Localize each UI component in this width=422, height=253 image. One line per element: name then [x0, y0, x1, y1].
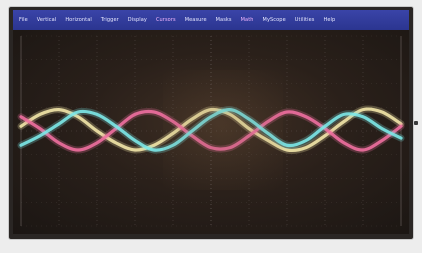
- waveform-svg: [17, 35, 405, 227]
- graticule: [20, 35, 402, 227]
- trace-layer: [17, 105, 405, 154]
- menu-display[interactable]: Display: [128, 17, 147, 23]
- menu-help[interactable]: Help: [323, 17, 335, 23]
- menu-cursors[interactable]: Cursors: [156, 17, 176, 23]
- oscilloscope-screen: File Vertical Horizontal Trigger Display…: [13, 10, 409, 234]
- menu-vertical[interactable]: Vertical: [37, 17, 57, 23]
- menu-masks[interactable]: Masks: [216, 17, 232, 23]
- menu-utilities[interactable]: Utilities: [295, 17, 315, 23]
- menu-myscope[interactable]: MyScope: [263, 17, 286, 23]
- bezel-indicator: [414, 121, 418, 125]
- menu-trigger[interactable]: Trigger: [101, 17, 119, 23]
- menu-bar: File Vertical Horizontal Trigger Display…: [13, 10, 409, 30]
- menu-measure[interactable]: Measure: [185, 17, 207, 23]
- menu-horizontal[interactable]: Horizontal: [65, 17, 92, 23]
- waveform-plot-area: [13, 30, 409, 234]
- menu-file[interactable]: File: [19, 17, 28, 23]
- menu-math[interactable]: Math: [241, 17, 254, 23]
